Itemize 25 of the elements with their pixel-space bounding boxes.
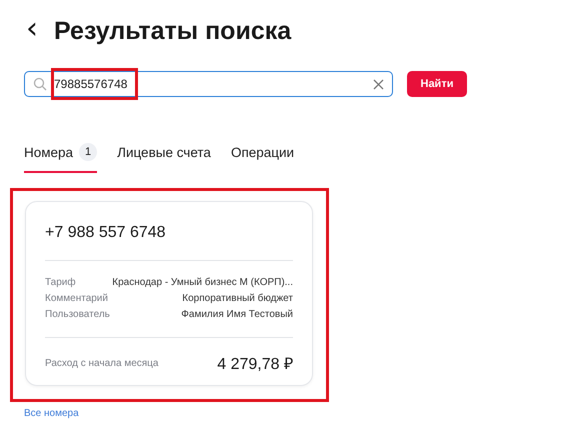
detail-value: Краснодар - Умный бизнес М (КОРП)... xyxy=(112,276,293,290)
detail-value: Фамилия Имя Тестовый xyxy=(181,308,293,322)
back-button[interactable]: ‹ xyxy=(24,14,40,44)
search-field[interactable]: 79885576748 xyxy=(24,71,393,97)
detail-label: Комментарий xyxy=(45,292,108,306)
tab[interactable]: Операции xyxy=(230,143,294,173)
search-value: 79885576748 xyxy=(54,77,128,91)
detail-value: Корпоративный бюджет xyxy=(182,292,293,306)
page-title: Результаты поиска xyxy=(54,16,292,46)
tab-label: Операции xyxy=(230,144,294,160)
clear-icon[interactable] xyxy=(373,78,384,90)
tab[interactable]: Номера 1 xyxy=(24,143,98,173)
search-icon xyxy=(33,77,47,91)
tab-label: Номера xyxy=(24,144,74,160)
expense-amount: 4 279,78 ₽ xyxy=(217,355,293,374)
all-numbers-link[interactable]: Все номера xyxy=(24,408,79,419)
detail-label: Тариф xyxy=(45,276,76,290)
tab-label: Лицевые счета xyxy=(117,144,211,160)
expense-label: Расход с начала месяца xyxy=(45,358,158,368)
phone-number: +7 988 557 6748 xyxy=(45,224,167,243)
detail-label: Пользователь xyxy=(45,308,110,322)
count-badge: 1 xyxy=(79,143,98,161)
tab[interactable]: Лицевые счета xyxy=(117,143,211,173)
number-card[interactable]: +7 988 557 6748 Тариф Краснодар - Умный бизнес М (КОРП)... Комментарий Корпоративный бюджет Пользователь Фамилия Имя Тестовый Расход с начала месяца 4 279,78 ₽ xyxy=(25,201,313,386)
find-button[interactable]: Найти xyxy=(407,71,467,97)
